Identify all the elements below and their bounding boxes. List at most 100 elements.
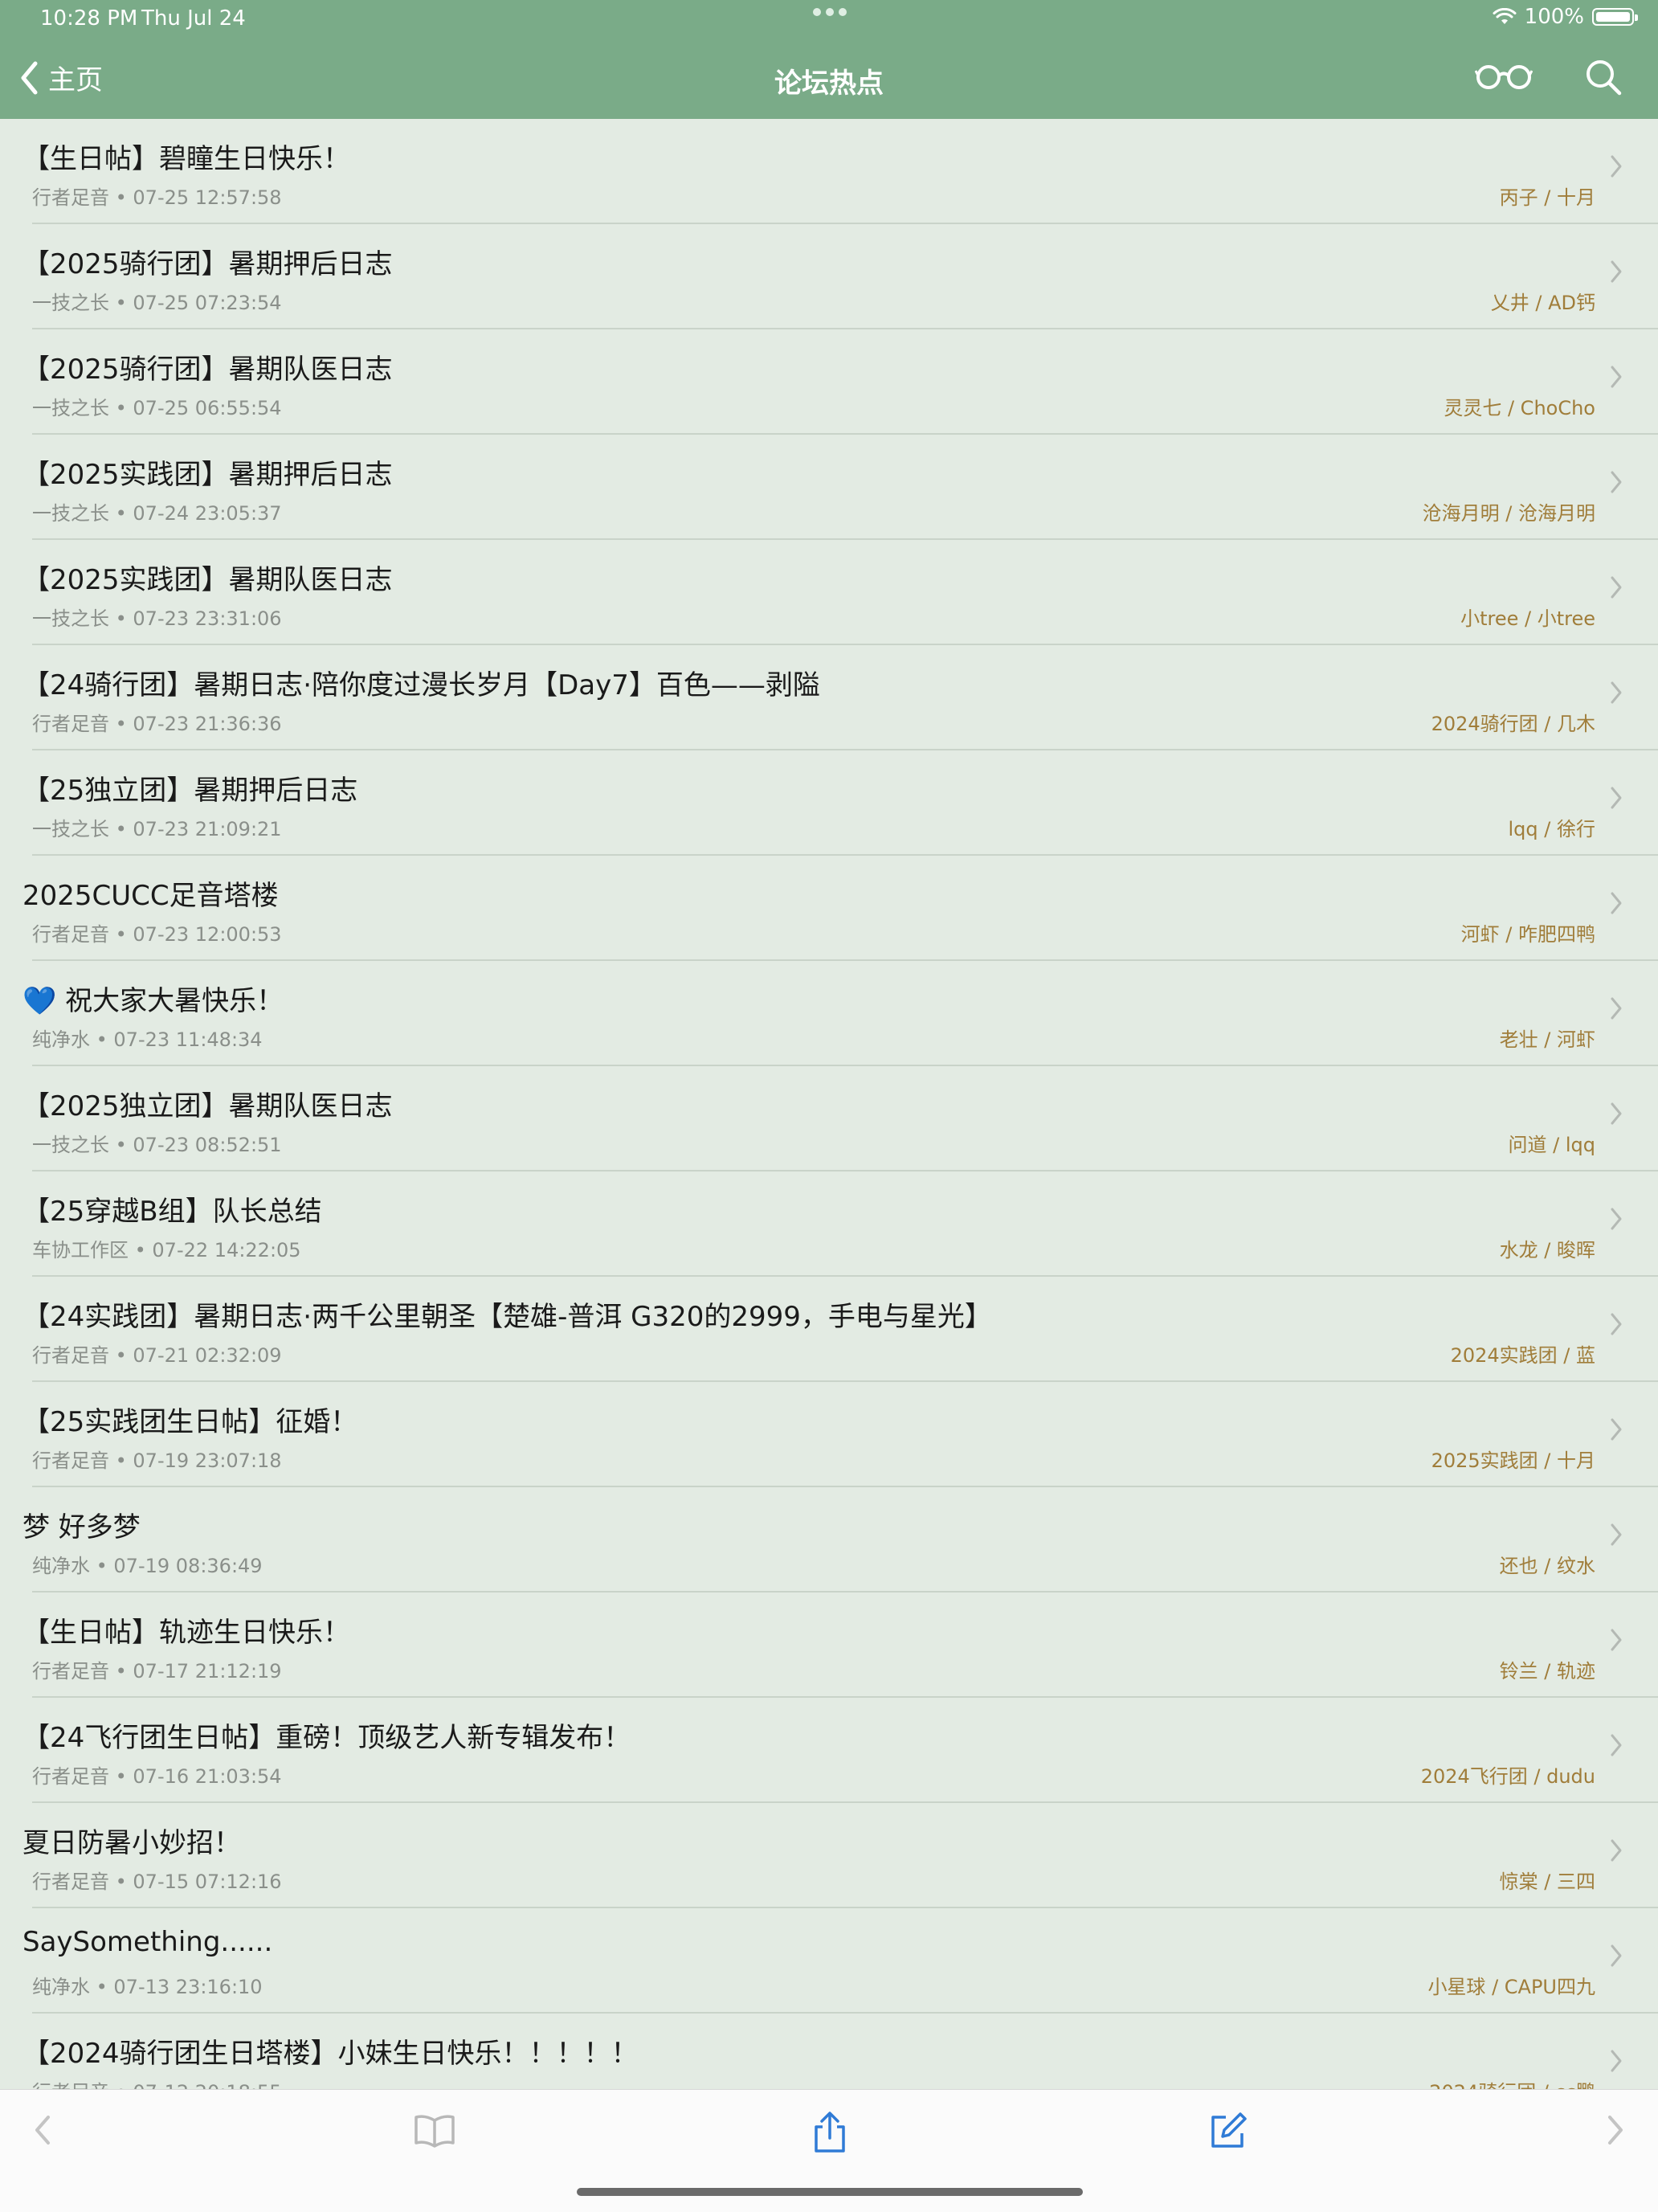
toolbar-bookmarks-button[interactable] xyxy=(413,2111,456,2149)
thread-author: 惊棠 / 三四 xyxy=(1499,1871,1595,1893)
thread-meta: 行者足音 • 07-19 23:07:18 xyxy=(32,1449,282,1472)
thread-title: 夏日防暑小妙招！ xyxy=(22,1827,241,1859)
chevron-right-icon xyxy=(1611,997,1622,1020)
thread-row[interactable]: 【24实践团】暑期日志·两千公里朝圣【楚雄-普洱 G320的2999，手电与星光… xyxy=(0,1277,1658,1382)
home-indicator[interactable] xyxy=(577,2188,1083,2196)
chevron-right-icon xyxy=(1611,2050,1622,2072)
thread-row[interactable]: 【24飞行团生日帖】重磅！顶级艺人新专辑发布！ 行者足音 • 07-16 21:0… xyxy=(0,1698,1658,1803)
chevron-right-icon xyxy=(1611,1629,1622,1651)
bookmarks-book-icon xyxy=(414,2115,455,2148)
multitasking-dots-icon[interactable] xyxy=(813,8,847,18)
thread-author: 灵灵七 / ChoCho xyxy=(1444,397,1595,419)
status-date: Thu Jul 24 xyxy=(141,6,246,31)
thread-title: 【24飞行团生日帖】重磅！顶级艺人新专辑发布！ xyxy=(22,1722,631,1754)
thread-row[interactable]: SaySomething...... 纯净水 • 07-13 23:16:10 小星… xyxy=(0,1908,1658,2014)
thread-author: 河虾 / 咋肥四鸭 xyxy=(1460,923,1595,946)
forward-arrow-icon xyxy=(1608,2116,1623,2145)
thread-author: 2024骑行团 / cc鹏 xyxy=(1429,2076,1595,2089)
chevron-right-icon xyxy=(1611,260,1622,283)
thread-title: 【2025实践团】暑期押后日志 xyxy=(22,459,393,491)
thread-row[interactable]: 【25穿越B组】队长总结车协工作区 • 07-22 14:22:05 水龙 / 晙… xyxy=(0,1171,1658,1277)
toolbar-forward-button[interactable] xyxy=(1603,2111,1627,2149)
chevron-right-icon xyxy=(1611,366,1622,388)
thread-list[interactable]: 【生日帖】碧瞳生日快乐！ 行者足音 • 07-25 12:57:58 丙子 / 十月… xyxy=(0,119,1658,2089)
thread-author: 老壮 / 河虾 xyxy=(1499,1028,1595,1051)
thread-author: 沧海月明 / 沧海月明 xyxy=(1422,502,1595,525)
thread-row[interactable]: 【2025实践团】暑期押后日志一技之长 • 07-24 23:05:37 沧海月明… xyxy=(0,435,1658,540)
toolbar-share-button[interactable] xyxy=(811,2111,848,2154)
thread-meta: 一技之长 • 07-23 23:31:06 xyxy=(32,607,282,630)
thread-author: 小tree / 小tree xyxy=(1460,607,1595,630)
chevron-right-icon xyxy=(1611,1313,1622,1335)
thread-row[interactable]: 【25独立团】暑期押后日志 一技之长 • 07-23 21:09:21 lqq / … xyxy=(0,750,1658,856)
thread-meta: 行者足音 • 07-15 07:12:16 xyxy=(32,1871,282,1893)
thread-author: 水龙 / 晙晖 xyxy=(1499,1239,1595,1261)
thread-meta: 行者足音 • 07-17 21:12:19 xyxy=(32,1660,282,1683)
thread-meta: 一技之长 • 07-25 07:23:54 xyxy=(32,292,282,314)
thread-row[interactable]: 【2025骑行团】暑期队医日志一技之长 • 07-25 06:55:54 灵灵七 … xyxy=(0,329,1658,435)
chevron-right-icon xyxy=(1611,1944,1622,1967)
thread-meta: 一技之长 • 07-24 23:05:37 xyxy=(32,502,282,525)
toolbar-compose-button[interactable] xyxy=(1208,2111,1248,2151)
thread-meta: 行者足音 • 07-23 21:36:36 xyxy=(32,713,282,735)
thread-meta: 行者足音 • 07-12 20:18:55 xyxy=(32,2076,282,2089)
thread-meta: 行者足音 • 07-25 12:57:58 xyxy=(32,186,282,209)
chevron-right-icon xyxy=(1611,471,1622,493)
thread-title: 【24实践团】暑期日志·两千公里朝圣【楚雄-普洱 G320的2999，手电与星光… xyxy=(22,1301,992,1333)
thread-title: 【生日帖】碧瞳生日快乐！ xyxy=(22,143,350,175)
thread-title: 【2025骑行团】暑期押后日志 xyxy=(22,248,393,280)
chevron-right-icon xyxy=(1611,155,1622,178)
chevron-right-icon xyxy=(1611,1208,1622,1230)
thread-author: 小星球 / CAPU四九 xyxy=(1427,1976,1595,1998)
thread-row[interactable]: 夏日防暑小妙招！ 行者足音 • 07-15 07:12:16 惊棠 / 三四 xyxy=(0,1803,1658,1908)
thread-row[interactable]: 【2025实践团】暑期队医日志 一技之长 • 07-23 23:31:06 小tre… xyxy=(0,540,1658,645)
thread-row[interactable]: 【生日帖】轨迹生日快乐！ 行者足音 • 07-17 21:12:19 铃兰 / 轨迹 xyxy=(0,1593,1658,1698)
chevron-right-icon xyxy=(1611,1734,1622,1756)
toolbar-back-button[interactable] xyxy=(31,2111,55,2149)
thread-row[interactable]: 【24骑行团】暑期日志·陪你度过漫长岁月【Day7】百色——剥隘行者足音 • 0… xyxy=(0,645,1658,750)
thread-row[interactable]: 梦 好多梦 纯净水 • 07-19 08:36:49 还也 / 纹水 xyxy=(0,1487,1658,1593)
thread-row[interactable]: 2025CUCC足音塔楼 行者足音 • 07-23 12:00:53 河虾 / 咋肥… xyxy=(0,856,1658,961)
status-indicators: 100% xyxy=(1493,5,1638,29)
back-arrow-icon xyxy=(35,2116,50,2145)
search-icon[interactable] xyxy=(1584,58,1623,96)
chevron-right-icon xyxy=(1611,1418,1622,1441)
chevron-right-icon xyxy=(1611,892,1622,914)
thread-row[interactable]: 【2025独立团】暑期队医日志 一技之长 • 07-23 08:52:51 问道 /… xyxy=(0,1066,1658,1171)
thread-title: 【25独立团】暑期押后日志 xyxy=(22,775,358,807)
thread-meta: 纯净水 • 07-19 08:36:49 xyxy=(32,1555,263,1577)
thread-author: 问道 / lqq xyxy=(1508,1134,1595,1156)
thread-row[interactable]: 【2025骑行团】暑期押后日志 一技之长 • 07-25 07:23:54 乂井 /… xyxy=(0,224,1658,329)
thread-row[interactable]: 💙 祝大家大暑快乐！ 纯净水 • 07-23 11:48:34 老壮 / 河虾 xyxy=(0,961,1658,1066)
thread-meta: 车协工作区 • 07-22 14:22:05 xyxy=(32,1239,301,1261)
chevron-right-icon xyxy=(1611,576,1622,599)
share-icon xyxy=(815,2112,845,2153)
thread-title: 【25穿越B组】队长总结 xyxy=(22,1196,322,1228)
compose-icon xyxy=(1211,2112,1247,2148)
thread-title: 梦 好多梦 xyxy=(22,1511,141,1543)
thread-title: SaySomething...... xyxy=(22,1926,273,1958)
thread-row[interactable]: 【2024骑行团生日塔楼】小妹生日快乐！！！！！ 行者足音 • 07-12 20:… xyxy=(0,2014,1658,2089)
thread-title: 【2025骑行团】暑期队医日志 xyxy=(22,354,393,386)
chevron-right-icon xyxy=(1611,681,1622,704)
page-title: 论坛热点 xyxy=(774,67,884,100)
thread-meta: 一技之长 • 07-23 21:09:21 xyxy=(32,818,282,840)
thread-meta: 纯净水 • 07-23 11:48:34 xyxy=(32,1028,263,1051)
thread-row[interactable]: 【25实践团生日帖】征婚！ 行者足音 • 07-19 23:07:18 2025实践… xyxy=(0,1382,1658,1487)
thread-title: 【生日帖】轨迹生日快乐！ xyxy=(22,1617,350,1649)
thread-meta: 纯净水 • 07-13 23:16:10 xyxy=(32,1976,263,1998)
chevron-right-icon xyxy=(1611,1102,1622,1125)
battery-icon xyxy=(1592,8,1638,26)
thread-title: 💙 祝大家大暑快乐！ xyxy=(22,985,284,1017)
thread-title: 【24骑行团】暑期日志·陪你度过漫长岁月【Day7】百色——剥隘 xyxy=(22,669,820,701)
thread-author: 丙子 / 十月 xyxy=(1499,186,1595,209)
status-time: 10:28 PM xyxy=(40,6,138,31)
chevron-right-icon xyxy=(1611,1523,1622,1546)
battery-level-fill xyxy=(1596,12,1630,22)
reader-glasses-icon[interactable] xyxy=(1475,58,1533,93)
thread-row[interactable]: 【生日帖】碧瞳生日快乐！ 行者足音 • 07-25 12:57:58 丙子 / 十月 xyxy=(0,119,1658,224)
thread-meta: 一技之长 • 07-25 06:55:54 xyxy=(32,397,282,419)
thread-title: 2025CUCC足音塔楼 xyxy=(22,880,279,912)
thread-author: 2025实践团 / 十月 xyxy=(1431,1449,1595,1472)
chevron-right-icon xyxy=(1611,787,1622,809)
